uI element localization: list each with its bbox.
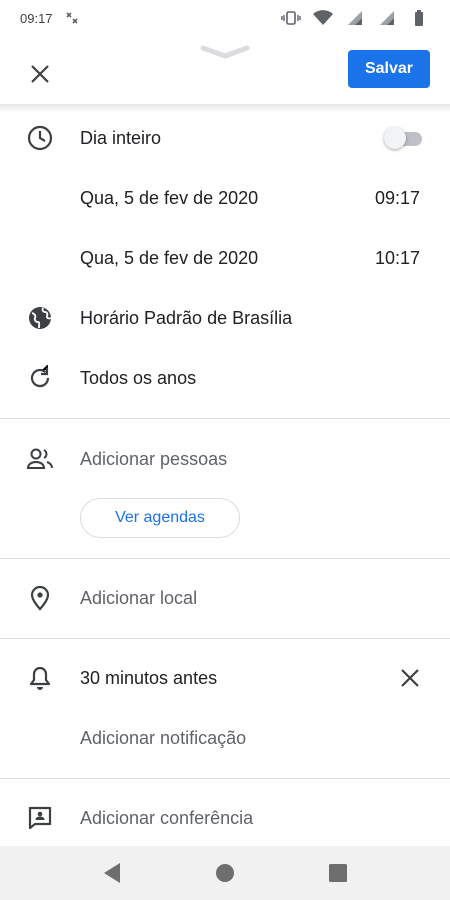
signal-icon xyxy=(376,10,398,26)
start-date[interactable]: Qua, 5 de fev de 2020 xyxy=(80,188,258,209)
remove-notification-button[interactable] xyxy=(396,664,424,692)
add-notification-label: Adicionar notificação xyxy=(80,727,247,748)
close-icon xyxy=(401,669,419,687)
status-bar: 09:17 xyxy=(0,0,450,36)
add-location-label: Adicionar local xyxy=(80,587,198,608)
signal-icon xyxy=(344,10,366,26)
end-row: Qua, 5 de fev de 2020 10:17 xyxy=(0,228,450,288)
add-conference-row[interactable]: Adicionar conferência xyxy=(0,788,450,848)
nfc-icon xyxy=(61,10,83,26)
close-icon xyxy=(31,65,49,83)
all-day-row[interactable]: Dia inteiro xyxy=(0,108,450,168)
conference-icon xyxy=(26,804,54,832)
globe-icon xyxy=(26,304,54,332)
bell-icon xyxy=(26,664,54,692)
wifi-icon xyxy=(312,10,334,26)
timezone-label: Horário Padrão de Brasília xyxy=(80,307,293,328)
location-pin-icon xyxy=(26,584,54,612)
start-time[interactable]: 09:17 xyxy=(375,188,420,209)
clock-icon xyxy=(26,124,54,152)
notification-row[interactable]: 30 minutos antes xyxy=(0,648,450,708)
divider xyxy=(0,418,450,419)
add-people-row[interactable]: Adicionar pessoas xyxy=(0,429,450,489)
notification-label: 30 minutos antes xyxy=(80,667,218,688)
view-schedules-button[interactable]: Ver agendas xyxy=(80,498,240,538)
close-button[interactable] xyxy=(22,56,58,92)
end-date[interactable]: Qua, 5 de fev de 2020 xyxy=(80,248,258,269)
divider xyxy=(0,778,450,779)
add-conference-label: Adicionar conferência xyxy=(80,807,254,828)
all-day-label: Dia inteiro xyxy=(80,127,162,148)
start-row: Qua, 5 de fev de 2020 09:17 xyxy=(0,168,450,228)
recents-icon[interactable] xyxy=(323,858,353,888)
back-icon[interactable] xyxy=(97,858,127,888)
repeat-icon xyxy=(26,364,54,392)
all-day-toggle[interactable] xyxy=(384,127,424,149)
app-bar: Salvar xyxy=(0,36,450,104)
home-icon[interactable] xyxy=(210,858,240,888)
vibrate-icon xyxy=(280,10,302,26)
add-location-row[interactable]: Adicionar local xyxy=(0,568,450,628)
battery-icon xyxy=(408,10,430,26)
divider xyxy=(0,558,450,559)
save-button[interactable]: Salvar xyxy=(348,50,430,88)
add-people-label: Adicionar pessoas xyxy=(80,448,228,469)
navigation-bar xyxy=(0,846,450,900)
status-icons xyxy=(280,10,430,26)
drag-handle-icon[interactable] xyxy=(200,42,250,62)
end-time[interactable]: 10:17 xyxy=(375,248,420,269)
repeat-row[interactable]: Todos os anos xyxy=(0,348,450,408)
repeat-label: Todos os anos xyxy=(80,367,197,388)
toggle-knob xyxy=(384,127,406,149)
add-notification-row[interactable]: Adicionar notificação xyxy=(0,708,450,768)
people-icon xyxy=(26,445,54,473)
status-time: 09:17 xyxy=(20,10,53,26)
divider xyxy=(0,638,450,639)
timezone-row[interactable]: Horário Padrão de Brasília xyxy=(0,288,450,348)
